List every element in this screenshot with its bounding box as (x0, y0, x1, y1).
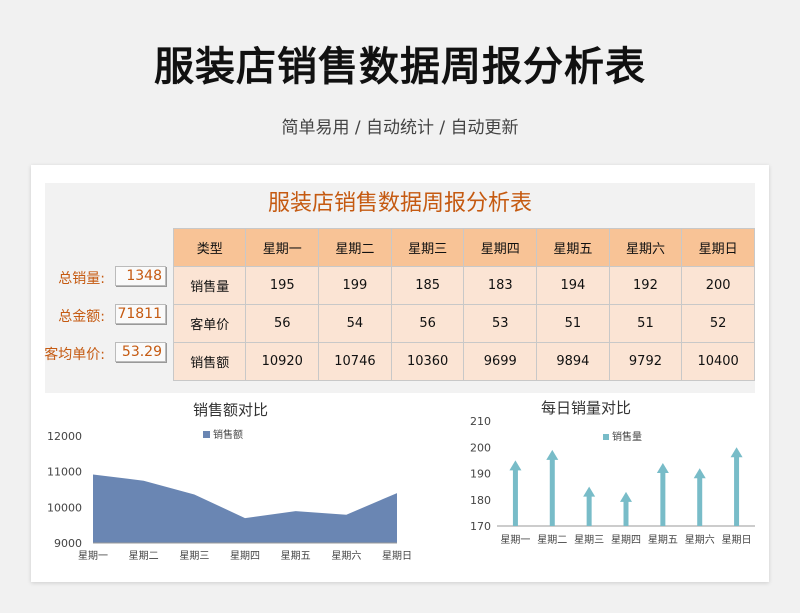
table-cell[interactable]: 185 (390, 266, 465, 305)
header-cell[interactable]: 星期一 (245, 228, 320, 267)
summary-value[interactable]: 53.29 (115, 342, 166, 362)
table-cell[interactable]: 10400 (681, 342, 755, 381)
sheet-title: 服装店销售数据周报分析表 (267, 191, 532, 216)
x-tick-label: 星期一 (500, 534, 530, 546)
table-cell[interactable]: 9792 (608, 342, 683, 381)
table-cell[interactable]: 9699 (463, 342, 538, 381)
summary-label: 客均单价: (44, 347, 105, 363)
header-cell[interactable]: 星期四 (463, 228, 538, 267)
x-tick-label: 星期五 (648, 534, 678, 546)
x-tick-label: 星期四 (230, 550, 260, 562)
header-cell[interactable]: 星期日 (681, 228, 755, 267)
x-tick-label: 星期六 (685, 534, 715, 546)
header-cell[interactable]: 星期二 (318, 228, 392, 267)
legend-swatch (203, 431, 210, 438)
table-header-row: 类型 星期一 星期二 星期三 星期四 星期五 星期六 星期日 (172, 228, 755, 267)
header-cell[interactable]: 星期三 (390, 228, 465, 267)
y-tick-label: 180 (470, 494, 491, 507)
table-row: 销售额 10920 10746 10360 9699 9894 9792 104… (172, 342, 755, 381)
table-cell[interactable]: 10920 (245, 342, 320, 381)
table-row: 销售量 195 199 185 183 194 192 200 (172, 266, 755, 305)
y-tick-label: 210 (470, 415, 491, 428)
table-cell[interactable]: 销售量 (172, 266, 247, 305)
table-cell[interactable]: 194 (536, 266, 610, 305)
bar-arrow (730, 447, 743, 526)
table-cell[interactable]: 195 (245, 266, 320, 305)
table-cell[interactable]: 10746 (318, 342, 392, 381)
bar-arrow (509, 460, 522, 526)
table-cell[interactable]: 52 (681, 304, 755, 343)
table-cell[interactable]: 10360 (390, 342, 465, 381)
header-cell[interactable]: 星期五 (536, 228, 610, 267)
x-tick-label: 星期日 (382, 550, 412, 562)
summary-value[interactable]: 71811 (115, 304, 166, 324)
bar-arrow (693, 468, 706, 526)
table-cell[interactable]: 56 (245, 304, 320, 343)
x-tick-label: 星期六 (331, 550, 361, 562)
bar-arrow (583, 486, 596, 526)
x-tick-label: 星期五 (281, 550, 311, 562)
y-tick-label: 9000 (54, 537, 82, 550)
summary-total-quantity: 总销量: 1348 (45, 265, 180, 289)
legend-label: 销售额 (213, 428, 243, 441)
y-tick-label: 12000 (47, 430, 82, 443)
header-cell[interactable]: 类型 (172, 228, 247, 267)
table-cell[interactable]: 200 (681, 266, 755, 305)
bar-arrow (656, 463, 669, 526)
bar-arrow (620, 491, 632, 526)
page-subtitle: 简单易用 / 自动统计 / 自动更新 (281, 118, 519, 138)
area-series-sales-amount (93, 474, 397, 543)
x-tick-label: 星期一 (78, 550, 108, 562)
table-cell[interactable]: 销售额 (172, 342, 247, 381)
table-cell[interactable]: 9894 (536, 342, 610, 381)
table-cell[interactable]: 客单价 (172, 304, 247, 343)
table-cell[interactable]: 51 (608, 304, 683, 343)
legend-label: 销售量 (612, 430, 642, 443)
y-tick-label: 200 (470, 441, 491, 454)
weekly-data-table: 类型 星期一 星期二 星期三 星期四 星期五 星期六 星期日 销售量 195 1… (172, 228, 755, 381)
y-tick-label: 170 (470, 520, 491, 533)
table-cell[interactable]: 56 (390, 304, 465, 343)
header-cell[interactable]: 星期六 (608, 228, 683, 267)
x-tick-label: 星期四 (611, 534, 641, 546)
table-row: 客单价 56 54 56 53 51 51 52 (172, 304, 755, 343)
table-cell[interactable]: 183 (463, 266, 538, 305)
table-cell[interactable]: 54 (318, 304, 392, 343)
x-tick-label: 星期日 (722, 534, 752, 546)
sales-amount-area-chart: 9000 10000 11000 12000 星期一 星期二 星期三 星期四 星期五 星期六 星期日… (47, 428, 412, 562)
x-tick-label: 星期三 (574, 534, 604, 546)
spreadsheet-preview-card: 服装店销售数据周报分析表 总销量: 1348 总金额: 71811 客均单价: … (31, 165, 769, 582)
summary-total-amount: 总金额: 71811 (45, 303, 180, 327)
daily-quantity-bar-chart: 170 180 190 200 210 星期一 星期二 星期三 星期四 星期五 星期六 星期日 销售量 (470, 415, 755, 546)
table-cell[interactable]: 192 (608, 266, 683, 305)
table-cell[interactable]: 53 (463, 304, 538, 343)
summary-avg-price: 客均单价: 53.29 (44, 341, 180, 365)
bar-arrow (546, 449, 559, 526)
x-tick-label: 星期二 (537, 534, 567, 546)
y-tick-label: 10000 (47, 501, 82, 514)
table-cell[interactable]: 199 (318, 266, 392, 305)
y-tick-label: 11000 (47, 466, 82, 479)
summary-label: 总金额: (58, 309, 105, 325)
summary-value[interactable]: 1348 (115, 266, 166, 286)
sheet-area: 服装店销售数据周报分析表 总销量: 1348 总金额: 71811 客均单价: … (44, 183, 755, 393)
x-tick-label: 星期三 (179, 550, 209, 562)
x-tick-label: 星期二 (129, 550, 159, 562)
table-cell[interactable]: 51 (536, 304, 610, 343)
page-title: 服装店销售数据周报分析表 (154, 44, 646, 90)
summary-label: 总销量: (58, 271, 105, 287)
y-tick-label: 190 (470, 468, 491, 481)
legend-swatch (603, 434, 609, 440)
